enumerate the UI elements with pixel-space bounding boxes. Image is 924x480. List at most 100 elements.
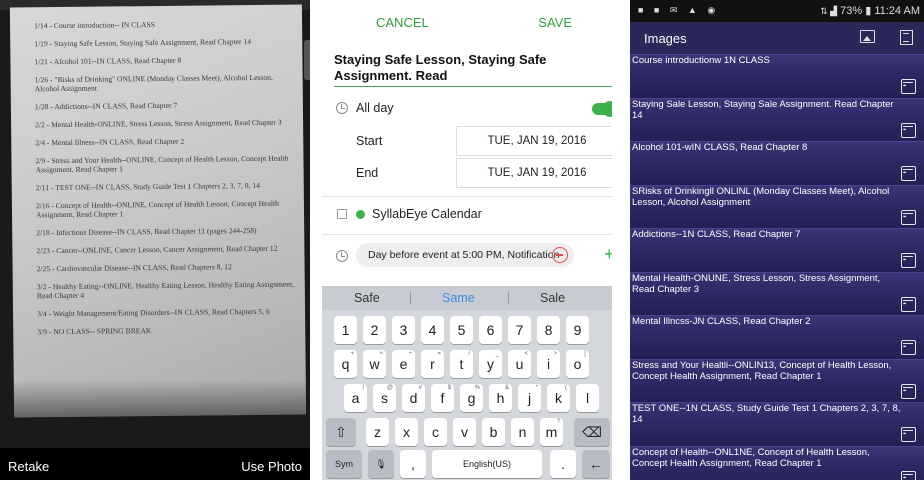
key-i[interactable]: i > [537,350,560,378]
key-q[interactable]: q + [334,350,357,378]
key-label: c [432,424,439,440]
cancel-button[interactable]: CANCEL [376,15,429,30]
save-button[interactable]: SAVE [538,15,572,30]
key-label: 🎙 [375,458,387,469]
add-to-calendar-icon[interactable] [901,253,916,268]
key-label: d [409,390,418,406]
syllabus-line: 2/2 - Mental Health-ONLINE, Stress Lesso… [35,117,282,130]
event-list-item[interactable]: Mental Health-ONUNE, Stress Lesson, Stre… [630,271,924,316]
key-c[interactable]: c [424,418,447,446]
add-to-calendar-icon[interactable] [901,427,916,442]
event-list-item[interactable]: Addictions--1N CLASS, Read Chapter 7 [630,228,924,272]
key-label: Sym [335,459,353,469]
key-b[interactable]: b [482,418,505,446]
key-m[interactable]: m? [540,418,563,446]
key-a[interactable]: a! [344,384,367,412]
period-key[interactable]: . [550,450,576,478]
key-y[interactable]: y _ [479,350,502,378]
comma-key[interactable]: , [400,450,426,478]
key-u[interactable]: u < [508,350,531,378]
all-day-row[interactable]: All day [322,100,612,124]
side-handle[interactable] [304,40,310,80]
add-to-calendar-icon[interactable] [901,296,916,312]
key-alt-label: [ [584,351,586,357]
key-o[interactable]: o[ [566,350,589,378]
key-h[interactable]: h & [489,384,512,412]
add-to-calendar-icon[interactable] [901,122,916,138]
use-photo-button[interactable]: Use Photo [241,459,302,474]
notification-icons: ■ ■ ✉ ▲ ◉ [638,5,720,15]
event-list-item[interactable]: Stress and Your Healtli--ONLIN13, Concep… [630,358,924,403]
shift-key[interactable]: ⇧ [326,418,356,446]
key-8[interactable]: 8 [537,316,560,344]
key-3[interactable]: 3 [392,316,415,344]
key-alt-label: × [379,351,383,357]
image-icon[interactable] [860,30,875,43]
key-9[interactable]: 9 [566,316,589,344]
add-to-calendar-icon[interactable] [901,340,916,355]
syllabus-line: 2/16 - Concept of Health--ONLINE, Concep… [35,198,279,220]
event-list-item[interactable]: Concept of Health--ONL1NE, Concept of He… [630,445,924,480]
key-n[interactable]: n [511,418,534,446]
enter-key[interactable]: ← [582,450,610,478]
key-x[interactable]: x [395,418,418,446]
key-5[interactable]: 5 [450,316,473,344]
mic-key[interactable]: 🎙 [368,450,394,478]
add-notification-icon[interactable]: + [604,245,612,263]
suggestion-3[interactable]: Sale [540,291,565,305]
event-list-item[interactable]: TEST ONE--1N CLASS, Study Guide Test 1 C… [630,402,924,446]
event-list-item[interactable]: Alcohol 101-wIN CLASS, Read Chapter 8 [630,141,924,185]
add-to-calendar-icon[interactable] [901,166,916,181]
key-alt-label: = [437,351,441,357]
suggestion-1[interactable]: Safe [354,291,380,305]
clock-icon [336,102,348,114]
event-list-item[interactable]: SRisks of Drinkingll ONLINL (Monday Clas… [630,184,924,229]
key-k[interactable]: k( [547,384,570,412]
key-r[interactable]: r = [421,350,444,378]
event-list-item[interactable]: Staying Sale Lesson, Staying Sale Assign… [630,97,924,142]
remove-notification-icon[interactable] [552,247,568,263]
key-1[interactable]: 1 [334,316,357,344]
calendar-row[interactable]: SyllabEye Calendar [322,206,612,226]
start-date-button[interactable]: TUE, JAN 19, 2016 [456,126,612,156]
key-s[interactable]: s @ [373,384,396,412]
camera-capture-screen: 1/14 - Course introduction-- IN CLASS 1/1… [0,0,310,480]
key-j[interactable]: j * [518,384,541,412]
key-l[interactable]: l [576,384,599,412]
key-7[interactable]: 7 [508,316,531,344]
event-list-item[interactable]: Course introductionw 1N CLASS [630,54,924,98]
document-icon[interactable] [900,30,913,45]
add-to-calendar-icon[interactable] [901,383,916,399]
key-6[interactable]: 6 [479,316,502,344]
add-to-calendar-icon[interactable] [901,209,916,225]
retake-button[interactable]: Retake [8,459,49,474]
add-to-calendar-icon[interactable] [901,470,916,480]
key-label: English(US) [462,459,511,469]
key-4[interactable]: 4 [421,316,444,344]
key-v[interactable]: v [453,418,476,446]
backspace-key[interactable]: ⌫ [574,418,610,446]
status-bar: ■ ■ ✉ ▲ ◉ ⇅ ▟ 73% ▮ 11:24 AM [630,0,924,22]
syllabus-line: 3/9 - NO CLASS-- SPRING BREAK [37,326,152,337]
key-alt-label: ? [556,419,560,425]
key-d[interactable]: d # [402,384,425,412]
start-row[interactable]: Start TUE, JAN 19, 2016 [322,126,612,156]
key-t[interactable]: t / [450,350,473,378]
end-date-button[interactable]: TUE, JAN 19, 2016 [456,158,612,188]
all-day-toggle[interactable] [592,101,612,117]
key-z[interactable]: z [366,418,389,446]
key-f[interactable]: f $ [431,384,454,412]
add-to-calendar-icon[interactable] [901,79,916,94]
event-title-input[interactable]: Staying Safe Lesson, Staying Safe Assign… [334,52,612,84]
space-key[interactable]: English(US) [432,450,542,478]
key-2[interactable]: 2 [363,316,386,344]
key-e[interactable]: e ÷ [392,350,415,378]
sym-key[interactable]: Sym [326,450,362,478]
alarm-icon [336,250,348,262]
key-w[interactable]: w × [363,350,386,378]
end-row[interactable]: End TUE, JAN 19, 2016 [322,158,612,188]
key-g[interactable]: g% [460,384,483,412]
suggestion-2[interactable]: Same [442,291,475,305]
notification-chip[interactable]: Day before event at 5:00 PM, Notificatio… [356,243,574,267]
event-list-item[interactable]: Mental Illncss-JN CLASS, Read Chapter 2 [630,315,924,359]
